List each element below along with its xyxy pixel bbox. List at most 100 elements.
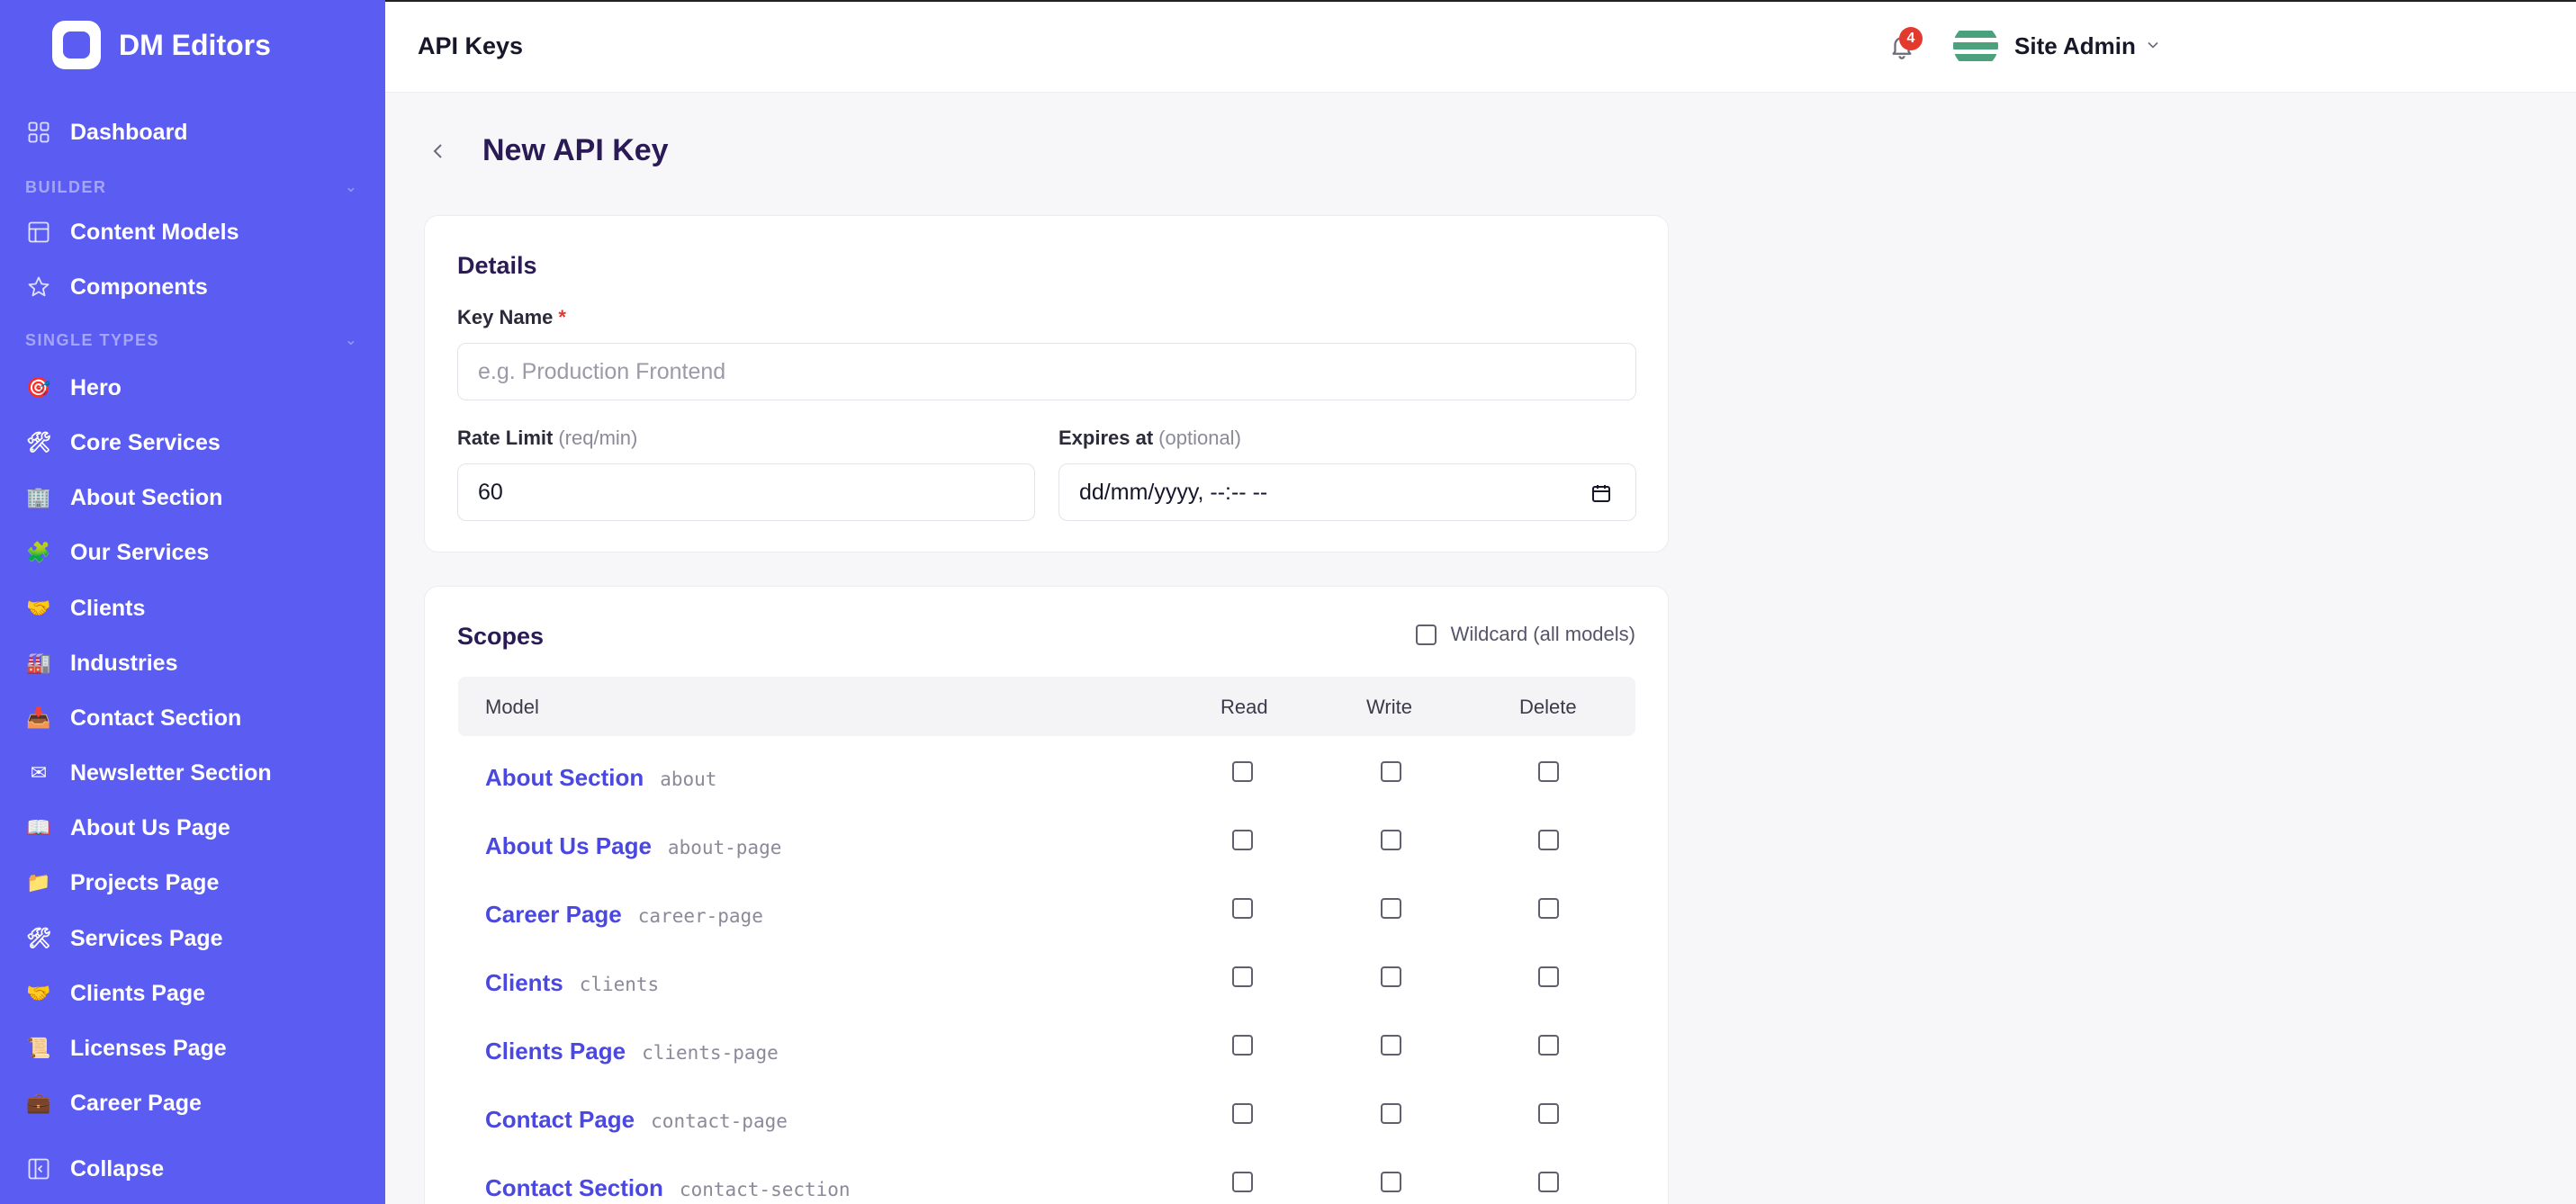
details-title: Details	[457, 252, 537, 279]
building-icon: 🏢	[26, 486, 51, 508]
table-row: About Section about	[458, 744, 1635, 813]
sidebar-item-career-page[interactable]: 💼 Career Page	[25, 1083, 202, 1124]
dashboard-grid-icon	[25, 119, 52, 146]
sidebar-item-dashboard[interactable]: Dashboard	[25, 112, 188, 153]
rate-limit-input[interactable]: 60	[457, 463, 1035, 521]
column-model: Model	[485, 696, 539, 718]
delete-checkbox[interactable]	[1538, 830, 1559, 850]
wildcard-checkbox[interactable]	[1415, 624, 1437, 645]
model-name: Contact Page	[485, 1106, 635, 1133]
model-link[interactable]: About Us Page about-page	[485, 832, 781, 860]
sidebar-item-projects-page[interactable]: 📁 Projects Page	[25, 862, 219, 903]
back-button[interactable]	[423, 136, 454, 166]
sidebar-item-our-services[interactable]: 🧩 Our Services	[25, 532, 209, 573]
tools-icon: 🛠	[26, 927, 51, 949]
key-name-input[interactable]: e.g. Production Frontend	[457, 343, 1636, 400]
sidebar-item-about-section[interactable]: 🏢 About Section	[25, 477, 222, 518]
delete-checkbox[interactable]	[1538, 966, 1559, 987]
rate-limit-hint: (req/min)	[558, 427, 638, 449]
handshake-icon: 🤝	[26, 982, 51, 1004]
sidebar-item-label: Projects Page	[70, 869, 220, 895]
sidebar-item-label: Services Page	[70, 925, 223, 951]
page-header: New API Key	[423, 133, 669, 168]
sidebar-item-hero[interactable]: 🎯 Hero	[25, 367, 122, 409]
expires-hint: (optional)	[1158, 427, 1241, 449]
delete-checkbox[interactable]	[1538, 898, 1559, 919]
write-checkbox[interactable]	[1381, 898, 1401, 919]
sidebar-collapse-button[interactable]: Collapse	[25, 1148, 164, 1190]
read-checkbox[interactable]	[1232, 966, 1253, 987]
model-link[interactable]: Clients Page clients-page	[485, 1038, 779, 1065]
sidebar-item-newsletter-section[interactable]: ✉ Newsletter Section	[25, 752, 272, 794]
sidebar-item-about-us-page[interactable]: 📖 About Us Page	[25, 807, 230, 849]
notification-badge: 4	[1899, 27, 1923, 50]
sidebar-item-industries[interactable]: 🏭 Industries	[25, 642, 177, 684]
model-name: Contact Section	[485, 1174, 663, 1201]
table-row: Clients clients	[458, 949, 1635, 1018]
brand[interactable]: DM Editors	[52, 20, 271, 70]
sidebar-item-licenses-page[interactable]: 📜 Licenses Page	[25, 1028, 226, 1069]
sidebar-item-label: About Us Page	[70, 814, 230, 840]
delete-checkbox[interactable]	[1538, 761, 1559, 782]
model-link[interactable]: Contact Section contact-section	[485, 1174, 851, 1202]
sidebar-item-core-services[interactable]: 🛠 Core Services	[25, 422, 221, 463]
model-link[interactable]: Contact Page contact-page	[485, 1106, 788, 1134]
write-checkbox[interactable]	[1381, 1172, 1401, 1192]
sidebar-item-clients[interactable]: 🤝 Clients	[25, 588, 145, 629]
write-checkbox[interactable]	[1381, 1103, 1401, 1124]
chevron-down-icon: ⌄	[345, 333, 358, 348]
model-name: Clients	[485, 969, 563, 996]
sidebar-item-clients-page[interactable]: 🤝 Clients Page	[25, 973, 205, 1014]
write-checkbox[interactable]	[1381, 966, 1401, 987]
model-code: contact-page	[651, 1110, 788, 1132]
avatar[interactable]	[1953, 23, 1998, 68]
folder-icon: 📁	[26, 871, 51, 894]
write-checkbox[interactable]	[1381, 830, 1401, 850]
sidebar-item-components[interactable]: Components	[25, 266, 208, 308]
table-row: Career Page career-page	[458, 881, 1635, 949]
read-checkbox[interactable]	[1232, 761, 1253, 782]
sidebar-item-contact-section[interactable]: 📥 Contact Section	[25, 697, 241, 739]
model-code: clients-page	[642, 1042, 779, 1064]
calendar-icon[interactable]	[1590, 482, 1612, 504]
write-checkbox[interactable]	[1381, 1035, 1401, 1056]
model-code: about-page	[667, 837, 782, 858]
delete-checkbox[interactable]	[1538, 1103, 1559, 1124]
read-checkbox[interactable]	[1232, 1035, 1253, 1056]
model-link[interactable]: About Section about	[485, 764, 716, 792]
sidebar-item-services-page[interactable]: 🛠 Services Page	[25, 918, 223, 959]
topbar-title: API Keys	[418, 32, 524, 59]
expires-at-input[interactable]: dd/mm/yyyy, --:-- --	[1058, 463, 1636, 521]
sidebar-item-label: Hero	[70, 374, 122, 400]
sidebar-section-builder[interactable]: BUILDER ⌄	[25, 176, 358, 198]
user-name[interactable]: Site Admin	[2014, 32, 2136, 60]
wildcard-toggle[interactable]: Wildcard (all models)	[1415, 623, 1635, 646]
delete-checkbox[interactable]	[1538, 1035, 1559, 1056]
target-icon: 🎯	[26, 376, 51, 399]
envelope-icon: ✉	[30, 761, 48, 784]
section-title: BUILDER	[25, 177, 107, 196]
sidebar-item-label: Our Services	[70, 539, 210, 565]
table-row: Clients Page clients-page	[458, 1018, 1635, 1086]
scopes-table-header: Model Read Write Delete	[458, 677, 1635, 736]
write-checkbox[interactable]	[1381, 761, 1401, 782]
chevron-down-icon[interactable]	[2144, 36, 2162, 54]
sidebar-section-single-types[interactable]: SINGLE TYPES ⌄	[25, 329, 358, 351]
model-link[interactable]: Career Page career-page	[485, 901, 763, 929]
read-checkbox[interactable]	[1232, 898, 1253, 919]
read-checkbox[interactable]	[1232, 830, 1253, 850]
model-link[interactable]: Clients clients	[485, 969, 659, 997]
delete-checkbox[interactable]	[1538, 1172, 1559, 1192]
required-asterisk: *	[558, 306, 566, 328]
sidebar-item-content-models[interactable]: Content Models	[25, 211, 239, 253]
tools-icon: 🛠	[26, 431, 51, 454]
scopes-title: Scopes	[457, 623, 545, 650]
column-delete: Delete	[1519, 696, 1577, 718]
column-read: Read	[1220, 696, 1268, 718]
sidebar-item-label: Clients	[70, 595, 146, 621]
read-checkbox[interactable]	[1232, 1103, 1253, 1124]
model-code: career-page	[637, 905, 763, 927]
read-checkbox[interactable]	[1232, 1172, 1253, 1192]
sidebar-item-label: Newsletter Section	[70, 759, 272, 786]
sidebar-item-label: Clients Page	[70, 980, 206, 1006]
